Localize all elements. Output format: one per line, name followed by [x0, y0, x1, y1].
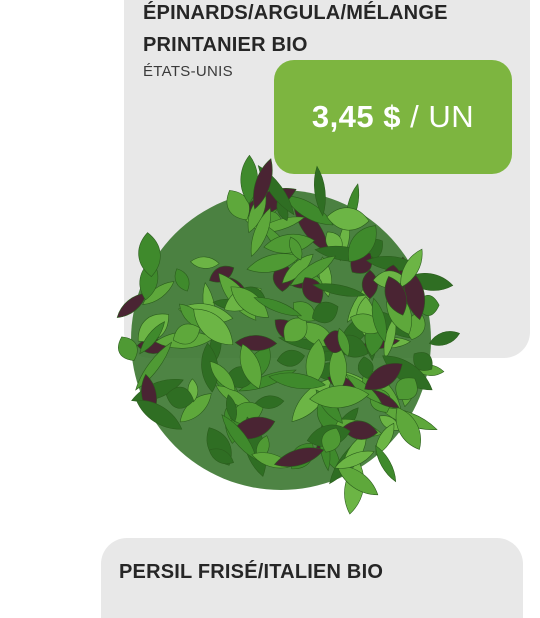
price-amount: 3,45 $	[311, 99, 402, 134]
price-text: 3,45 $ / UN	[312, 99, 474, 135]
product-title-next: PERSIL FRISÉ/ITALIEN BIO	[119, 561, 384, 583]
product-origin: ÉTATS-UNIS	[143, 63, 233, 80]
salad-leaf	[375, 444, 397, 483]
salad-leaf	[428, 331, 461, 346]
price-unit: / UN	[401, 99, 475, 134]
product-title-line2: PRINTANIER BIO	[143, 34, 308, 56]
product-title: ÉPINARDS/ARGULA/MÉLANGE PRINTANIER BIO	[143, 0, 523, 61]
product-title-line1: ÉPINARDS/ARGULA/MÉLANGE	[143, 2, 448, 24]
salad-mix-image	[116, 154, 461, 515]
